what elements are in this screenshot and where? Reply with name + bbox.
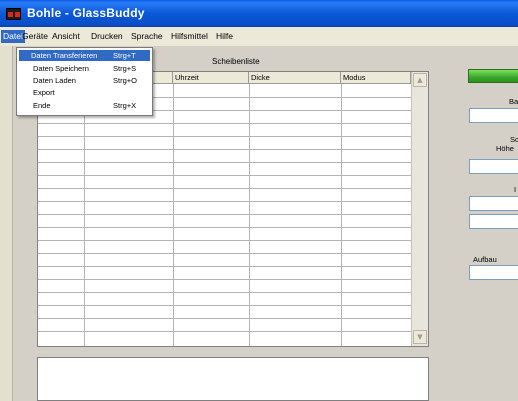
- table-row[interactable]: [38, 305, 411, 306]
- menu-item-label: Ende: [33, 101, 51, 110]
- menu-item-daten-laden[interactable]: Daten Laden Strg+O: [19, 75, 150, 86]
- table-row[interactable]: [38, 227, 411, 228]
- column-header-uhrzeit[interactable]: Uhrzeit: [173, 72, 249, 84]
- scroll-down-icon[interactable]: ▼: [413, 330, 427, 344]
- app-logo-icon: [6, 8, 21, 20]
- table-row[interactable]: [38, 123, 411, 124]
- menu-item-shortcut: Strg+O: [113, 76, 137, 85]
- table-row[interactable]: [38, 240, 411, 241]
- table-row[interactable]: [38, 188, 411, 189]
- scroll-up-icon[interactable]: ▲: [413, 73, 427, 87]
- menu-sprache[interactable]: Sprache: [129, 30, 165, 43]
- label-i: I: [514, 185, 517, 194]
- menu-item-label: Daten Laden: [33, 76, 76, 85]
- table-row[interactable]: [38, 201, 411, 202]
- menu-item-label: Daten Speichern: [33, 64, 89, 73]
- notes-textarea[interactable]: [37, 357, 429, 401]
- table-row[interactable]: [38, 331, 411, 332]
- column-header-modus[interactable]: Modus: [341, 72, 411, 84]
- menu-item-export[interactable]: Export: [19, 87, 150, 98]
- menu-item-daten-transferieren[interactable]: Daten Transferieren Strg+T: [19, 50, 150, 61]
- list-title: Scheibenliste: [212, 57, 260, 66]
- column-header-dicke[interactable]: Dicke: [249, 72, 341, 84]
- window-left-frame: [0, 46, 13, 401]
- menu-drucken[interactable]: Drucken: [89, 30, 125, 43]
- field-ba[interactable]: [469, 108, 518, 123]
- table-row[interactable]: [38, 253, 411, 254]
- menu-item-shortcut: Strg+X: [113, 101, 137, 110]
- field-aufbau[interactable]: [469, 265, 518, 280]
- window-title: Bohle - GlassBuddy: [27, 6, 145, 20]
- menu-hilfsmittel[interactable]: Hilfsmittel: [169, 30, 210, 43]
- table-row[interactable]: [38, 279, 411, 280]
- menu-hilfe[interactable]: Hilfe: [214, 30, 235, 43]
- table-scrollbar[interactable]: ▲ ▼: [411, 72, 428, 346]
- label-ba: Ba: [509, 97, 518, 106]
- table-row[interactable]: [38, 318, 411, 319]
- table-row[interactable]: [38, 214, 411, 215]
- datei-menu-dropdown: Daten Transferieren Strg+T Daten Speiche…: [16, 47, 153, 116]
- label-sc: Sc: [510, 135, 518, 144]
- field-1[interactable]: [469, 196, 518, 211]
- menu-item-label: Export: [33, 88, 55, 97]
- table-row[interactable]: [38, 175, 411, 176]
- label-aufbau: Aufbau: [473, 255, 497, 264]
- table-row[interactable]: [38, 136, 411, 137]
- menu-item-label: Daten Transferieren: [31, 51, 98, 60]
- menu-item-shortcut: Strg+S: [113, 64, 137, 73]
- table-row[interactable]: [38, 162, 411, 163]
- label-hoehe: Höhe: [496, 144, 514, 153]
- table-row[interactable]: [38, 266, 411, 267]
- menu-item-ende[interactable]: Ende Strg+X: [19, 100, 150, 111]
- menu-ansicht[interactable]: Ansicht: [50, 30, 82, 43]
- status-indicator-button[interactable]: [468, 69, 518, 83]
- title-bar[interactable]: Bohle - GlassBuddy: [0, 0, 518, 27]
- field-hoehe[interactable]: [469, 159, 518, 174]
- menu-bar: Datei Geräte Ansicht Drucken Sprache Hil…: [0, 27, 518, 46]
- field-2[interactable]: [469, 214, 518, 229]
- table-row[interactable]: [38, 149, 411, 150]
- menu-geraete[interactable]: Geräte: [20, 30, 50, 43]
- table-row[interactable]: [38, 292, 411, 293]
- menu-item-daten-speichern[interactable]: Daten Speichern Strg+S: [19, 63, 150, 74]
- menu-item-shortcut: Strg+T: [113, 51, 136, 60]
